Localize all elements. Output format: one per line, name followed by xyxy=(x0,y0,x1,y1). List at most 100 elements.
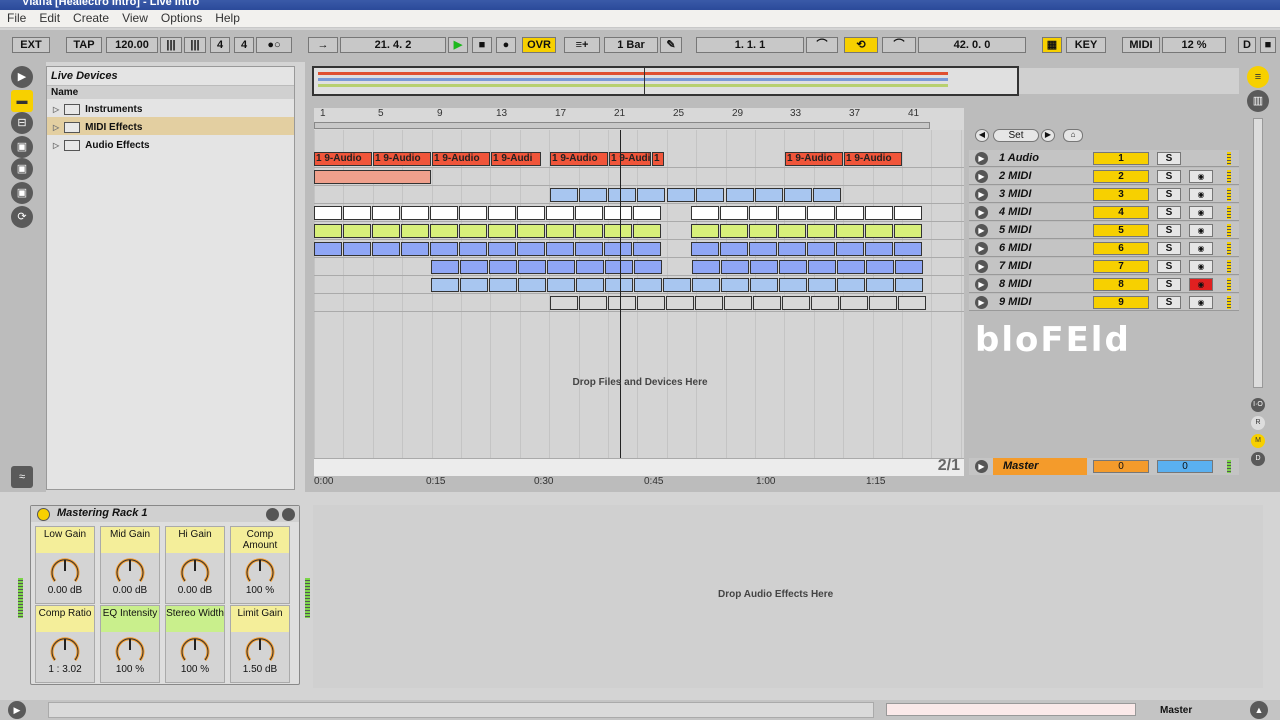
browser-item-audio-effects[interactable]: ▷ Audio Effects xyxy=(47,135,294,153)
returns-toggle-icon[interactable]: R xyxy=(1251,416,1265,430)
arrangement-clip[interactable] xyxy=(749,242,777,256)
arrangement-clip[interactable] xyxy=(837,278,865,292)
plugin-devices-icon[interactable]: ⊟ xyxy=(11,112,33,134)
arrangement-clip[interactable] xyxy=(808,278,836,292)
track-activator[interactable]: 7 xyxy=(1093,260,1149,273)
delay-toggle-icon[interactable]: D xyxy=(1251,452,1265,466)
arrangement-clip[interactable] xyxy=(813,188,841,202)
arrangement-clip[interactable]: 1 9-Audio xyxy=(785,152,843,166)
menu-options[interactable]: Options xyxy=(154,10,208,25)
arrangement-clip[interactable] xyxy=(547,260,575,274)
arm-button[interactable]: ◉ xyxy=(1189,296,1213,309)
punch-in-icon[interactable]: ⌒ xyxy=(806,37,838,53)
macro-knob[interactable]: Comp Ratio 1 : 3.02 xyxy=(35,605,95,683)
arrangement-clip[interactable] xyxy=(869,296,897,310)
arrangement-clip[interactable] xyxy=(894,242,922,256)
arrangement-clip[interactable] xyxy=(692,278,720,292)
arrangement-clip[interactable] xyxy=(721,260,749,274)
arrangement-clip[interactable] xyxy=(865,224,893,238)
arrangement-clip[interactable]: 1 9-Audi xyxy=(491,152,541,166)
track-play-icon[interactable]: ▶ xyxy=(975,224,988,237)
knob-dial-icon[interactable] xyxy=(243,636,277,664)
arrangement-clip[interactable] xyxy=(779,278,807,292)
track-play-icon[interactable]: ▶ xyxy=(975,260,988,273)
rack-power-icon[interactable] xyxy=(37,508,50,521)
knob-dial-icon[interactable] xyxy=(178,557,212,585)
arrangement-clip[interactable] xyxy=(633,242,661,256)
arrangement-clip[interactable] xyxy=(840,296,868,310)
arrangement-clip[interactable] xyxy=(749,224,777,238)
arrangement-clip[interactable] xyxy=(807,224,835,238)
arrangement-clip[interactable] xyxy=(430,242,458,256)
arrangement-clip[interactable] xyxy=(807,206,835,220)
tempo-field[interactable]: 120.00 xyxy=(106,37,158,53)
arrangement-clip[interactable] xyxy=(401,224,429,238)
arrangement-clip[interactable] xyxy=(459,206,487,220)
arrangement-clip[interactable] xyxy=(460,260,488,274)
arm-button[interactable]: ◉ xyxy=(1189,260,1213,273)
knob-dial-icon[interactable] xyxy=(178,636,212,664)
arrangement-clip[interactable] xyxy=(517,242,545,256)
arrangement-clip[interactable] xyxy=(750,260,778,274)
nudge-up-icon[interactable]: ||| xyxy=(184,37,206,53)
arrangement-clip[interactable] xyxy=(550,188,578,202)
solo-button[interactable]: S xyxy=(1157,188,1181,201)
arrangement-clip[interactable] xyxy=(488,224,516,238)
macro-knob[interactable]: Comp Amount 100 % xyxy=(230,526,290,604)
audio-effects-drop-area[interactable]: Drop Audio Effects Here xyxy=(313,505,1263,688)
record-icon[interactable]: ● xyxy=(496,37,516,53)
solo-button[interactable]: S xyxy=(1157,260,1181,273)
arrangement-clip[interactable]: 1 9-Audio xyxy=(432,152,490,166)
arrangement-clip[interactable] xyxy=(546,224,574,238)
track-play-icon[interactable]: ▶ xyxy=(975,206,988,219)
pencil-icon[interactable]: ✎ xyxy=(660,37,682,53)
time-ruler[interactable]: 2/1 xyxy=(314,457,964,476)
show-detail-icon[interactable]: ≈ xyxy=(11,466,33,488)
knob-dial-icon[interactable] xyxy=(113,636,147,664)
file-browser-3-icon[interactable]: ▣ xyxy=(11,182,33,204)
arrangement-clip[interactable] xyxy=(634,278,662,292)
track-play-icon[interactable]: ▶ xyxy=(975,152,988,165)
arrangement-overview[interactable] xyxy=(312,66,1019,96)
metronome-icon[interactable]: ●○ xyxy=(256,37,292,53)
track-header[interactable]: ▶ 6 MIDI 6 S ◉ xyxy=(969,240,1239,257)
rack-save-icon[interactable] xyxy=(266,508,279,521)
expand-icon[interactable]: ▷ xyxy=(53,105,59,114)
arrangement-clip[interactable] xyxy=(811,296,839,310)
arrangement-clip[interactable] xyxy=(895,260,923,274)
solo-button[interactable]: S xyxy=(1157,296,1181,309)
live-devices-icon[interactable]: ▬ xyxy=(11,90,33,112)
hot-swap-icon[interactable]: ⟳ xyxy=(11,206,33,228)
macro-knob[interactable]: Limit Gain 1.50 dB xyxy=(230,605,290,683)
track-play-icon[interactable]: ▶ xyxy=(975,242,988,255)
solo-button[interactable]: S xyxy=(1157,224,1181,237)
arrangement-clip[interactable] xyxy=(666,296,694,310)
arrangement-clip[interactable] xyxy=(517,206,545,220)
next-locator-icon[interactable]: ▶ xyxy=(1041,129,1055,142)
show-browser-icon[interactable]: ▶ xyxy=(11,66,33,88)
status-play-icon[interactable]: ▶ xyxy=(8,701,26,719)
track-activator[interactable]: 5 xyxy=(1093,224,1149,237)
arrangement-clip[interactable] xyxy=(663,278,691,292)
knob-dial-icon[interactable] xyxy=(243,557,277,585)
arrangement-clip[interactable] xyxy=(604,224,632,238)
draw-mode-icon[interactable]: ≡+ xyxy=(564,37,600,53)
arrangement-clip[interactable] xyxy=(579,188,607,202)
arrangement-clip[interactable] xyxy=(778,224,806,238)
loop-brace[interactable] xyxy=(314,122,930,129)
menu-file[interactable]: File xyxy=(0,10,32,25)
macro-knob[interactable]: Hi Gain 0.00 dB xyxy=(165,526,225,604)
arrangement-clip[interactable] xyxy=(488,242,516,256)
arrangement-clip[interactable] xyxy=(431,260,459,274)
lock-icon[interactable]: ⌂ xyxy=(1063,129,1083,142)
arrangement-clip[interactable] xyxy=(637,188,665,202)
arrangement-clip[interactable] xyxy=(836,242,864,256)
meter-denominator[interactable]: 4 xyxy=(234,37,254,53)
arrangement-clip[interactable] xyxy=(546,242,574,256)
beat-ruler[interactable]: 1 5 9 13 17 21 25 29 33 37 41 xyxy=(314,108,964,130)
expand-icon[interactable]: ▷ xyxy=(53,123,59,132)
master-track[interactable]: ▶ Master 0 0 xyxy=(969,458,1239,475)
track-play-icon[interactable]: ▶ xyxy=(975,188,988,201)
arrangement-clip[interactable] xyxy=(576,260,604,274)
arrangement-clip[interactable] xyxy=(691,224,719,238)
